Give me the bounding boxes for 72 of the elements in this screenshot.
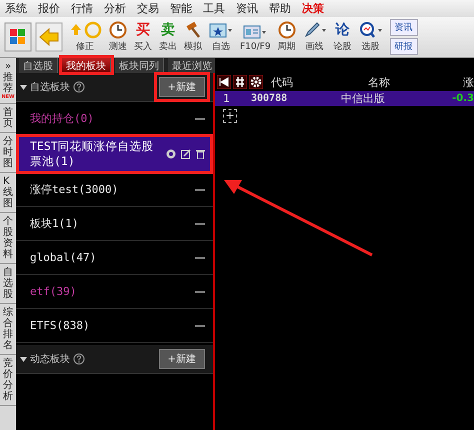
menu-item[interactable]: 分析 xyxy=(104,1,126,16)
column-header[interactable]: 涨 xyxy=(431,74,474,90)
change-value: -0.3 xyxy=(451,93,474,104)
trash-icon[interactable] xyxy=(196,149,205,159)
group-title: 自选板块 xyxy=(30,80,70,94)
toolbar-button[interactable]: 测速 xyxy=(107,20,129,54)
dash-icon[interactable] xyxy=(195,256,205,258)
list-item[interactable]: 板块1(1) xyxy=(16,207,213,241)
highlight-box xyxy=(154,72,210,102)
side-button[interactable]: 资讯 xyxy=(390,19,418,36)
menu-item[interactable]: 智能 xyxy=(170,1,192,16)
column-header[interactable]: 名称 xyxy=(329,74,429,90)
dash-icon[interactable] xyxy=(195,118,205,120)
column-header[interactable]: 代码 xyxy=(271,74,327,90)
list-item[interactable]: etf(39) xyxy=(16,275,213,309)
list-item[interactable]: 我的持仓(0) xyxy=(16,102,213,136)
menu-item[interactable]: 资讯 xyxy=(236,1,258,16)
new-button[interactable]: +新建 xyxy=(158,349,205,369)
stock-code: 300788 xyxy=(251,93,288,104)
menu-item[interactable]: 决策 xyxy=(302,1,324,16)
search-icon xyxy=(358,21,383,39)
clock-icon xyxy=(278,21,296,39)
collapse-caret-icon[interactable] xyxy=(20,84,27,90)
toolbar-button[interactable]: 修正 xyxy=(66,20,104,54)
menu-item[interactable]: 行情 xyxy=(71,1,93,16)
toolbar-button[interactable]: 选股 xyxy=(356,20,385,54)
glyph-icon: 买 xyxy=(136,21,150,39)
stock-name: 中信出版 xyxy=(340,91,386,106)
menu-item[interactable]: 报价 xyxy=(38,1,60,16)
tab[interactable]: 最近浏览 xyxy=(168,58,217,73)
dash-icon[interactable] xyxy=(195,290,205,292)
toolbar-button[interactable]: 论 论股 xyxy=(332,20,354,54)
glyph-icon: 卖 xyxy=(161,21,175,39)
hammer-icon xyxy=(184,21,202,39)
card-icon xyxy=(243,22,268,40)
glyph-icon: 论 xyxy=(336,21,350,39)
side-button[interactable]: 研报 xyxy=(390,38,418,55)
list-item[interactable]: TEST同花顺涨停自选股票池(1) xyxy=(16,136,213,173)
collapse-caret-icon[interactable] xyxy=(20,356,27,362)
group-title: 动态板块 xyxy=(30,352,70,366)
dash-icon[interactable] xyxy=(195,324,205,326)
list-item[interactable]: 涨停test(3000) xyxy=(16,173,213,207)
toolbar-button[interactable]: 买 买入 xyxy=(132,20,154,54)
menu-item[interactable]: 帮助 xyxy=(269,1,291,16)
toolbar-button[interactable]: 自选 xyxy=(207,20,235,54)
highlight-box xyxy=(59,55,114,75)
help-icon[interactable] xyxy=(73,353,85,365)
add-button[interactable]: + xyxy=(223,109,237,123)
edit-icon[interactable] xyxy=(181,149,191,159)
toolbar-button[interactable]: 卖 卖出 xyxy=(157,20,179,54)
new-button[interactable]: +新建 xyxy=(158,77,205,97)
tab[interactable]: 自选股 xyxy=(19,58,58,73)
tab[interactable]: 板块同列 xyxy=(115,58,164,73)
menu-item[interactable]: 工具 xyxy=(203,1,225,16)
grid-icon[interactable] xyxy=(4,22,32,52)
toolbar-button[interactable]: F10/F9 xyxy=(238,22,273,52)
menu-item[interactable]: 交易 xyxy=(137,1,159,16)
list-item[interactable]: ETFS(838) xyxy=(16,309,213,343)
pencil-icon xyxy=(302,21,327,39)
clock-icon xyxy=(109,21,127,39)
menu-item[interactable]: 系统 xyxy=(5,1,27,16)
list-item[interactable]: global(47) xyxy=(16,241,213,275)
toolbar-button[interactable]: 模拟 xyxy=(182,20,204,54)
folder-star-icon xyxy=(209,21,233,39)
row-index: 1 xyxy=(222,92,231,105)
table-row[interactable]: 1 300788 中信出版 -0.3 xyxy=(215,91,474,106)
tab[interactable]: 我的板块 xyxy=(62,58,111,73)
help-icon[interactable] xyxy=(73,81,85,93)
toolbar-button[interactable]: 周期 xyxy=(276,20,298,54)
dash-icon[interactable] xyxy=(195,222,205,224)
toolbar-button[interactable]: 画线 xyxy=(300,20,329,54)
dash-icon[interactable] xyxy=(195,188,205,190)
